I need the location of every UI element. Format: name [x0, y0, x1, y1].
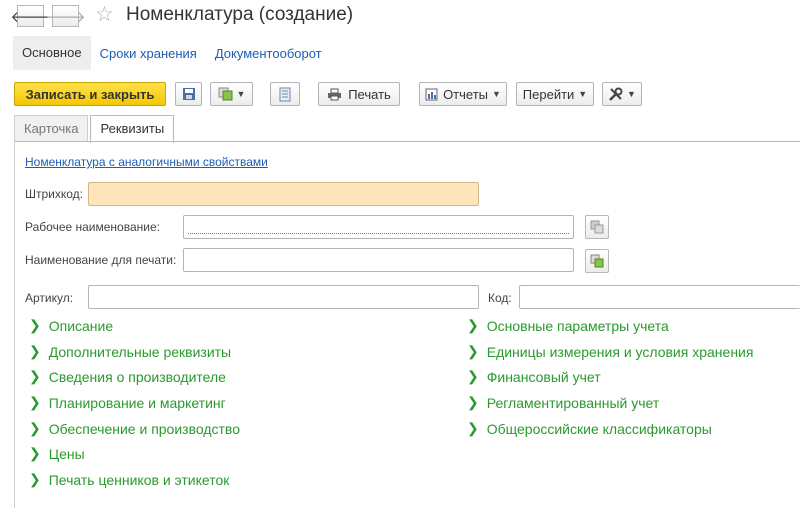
group-label: Сведения о производителе [48, 368, 226, 385]
chevron-down-icon: ▼ [492, 89, 501, 99]
print-name-input[interactable] [183, 248, 574, 272]
group-manufacturer[interactable]: ❯ Сведения о производителе [29, 368, 226, 385]
group-label: Печать ценников и этикеток [48, 471, 230, 488]
chevron-right-icon: ❯ [29, 317, 41, 333]
group-planning-marketing[interactable]: ❯ Планирование и маркетинг [29, 394, 226, 411]
print-name-label: Наименование для печати: [25, 253, 177, 267]
chevron-right-icon: ❯ [29, 420, 41, 436]
document-list-icon [279, 87, 291, 101]
chevron-right-icon: ❯ [467, 368, 479, 384]
group-label: Финансовый учет [486, 368, 601, 385]
group-label: Единицы измерения и условия хранения [486, 343, 754, 360]
group-additional-attributes[interactable]: ❯ Дополнительные реквизиты [29, 343, 231, 360]
chevron-down-icon: ▼ [627, 89, 636, 99]
group-label: Цены [48, 445, 85, 462]
similar-items-link[interactable]: Номенклатура с аналогичными свойствами [25, 155, 268, 169]
group-label: Описание [48, 317, 114, 334]
group-label: Обеспечение и производство [48, 420, 240, 437]
code-input[interactable] [519, 285, 800, 309]
group-description[interactable]: ❯ Описание [29, 317, 113, 334]
reports-label: Отчеты [443, 86, 488, 102]
group-label: Регламентированный учет [486, 394, 660, 411]
back-button[interactable]: 🡐 [10, 5, 51, 27]
tab-attributes[interactable]: Реквизиты [90, 115, 175, 143]
group-financial-accounting[interactable]: ❯ Финансовый учет [467, 368, 601, 385]
chevron-down-icon: ▼ [236, 89, 246, 99]
print-label: Печать [348, 86, 391, 102]
chevron-right-icon: ❯ [29, 368, 41, 384]
group-supply-production[interactable]: ❯ Обеспечение и производство [29, 420, 240, 437]
group-label: Дополнительные реквизиты [48, 343, 232, 360]
fill-print-name-button[interactable] [585, 249, 609, 273]
save-and-close-button[interactable]: Записать и закрыть [14, 82, 166, 106]
save-and-close-label: Записать и закрыть [25, 86, 155, 102]
panel-border [14, 141, 15, 508]
list-button[interactable] [270, 82, 300, 106]
group-price-tags[interactable]: ❯ Печать ценников и этикеток [29, 471, 229, 488]
goto-button[interactable]: Перейти ▼ [516, 82, 594, 106]
work-name-input[interactable] [183, 215, 574, 239]
print-button[interactable]: Печать [318, 82, 400, 106]
article-label: Артикул: [25, 291, 74, 305]
chevron-right-icon: ❯ [467, 420, 479, 436]
chevron-right-icon: ❯ [29, 394, 41, 410]
create-based-icon [218, 87, 233, 101]
code-label: Код: [488, 291, 512, 305]
chevron-right-icon: ❯ [467, 343, 479, 359]
chevron-right-icon: ❯ [29, 343, 41, 359]
group-classifiers[interactable]: ❯ Общероссийские классификаторы [467, 420, 712, 437]
window-title: Номенклатура (создание) [126, 4, 354, 25]
group-regulated-accounting[interactable]: ❯ Регламентированный учет [467, 394, 659, 411]
copy-green-icon [590, 254, 604, 268]
chevron-right-icon: ❯ [467, 394, 479, 410]
arrow-right-icon: 🡒 [45, 8, 86, 26]
star-icon[interactable]: ☆ [95, 2, 114, 27]
chevron-down-icon: ▼ [578, 89, 588, 99]
form-tabs: Карточка Реквизиты [14, 115, 176, 143]
copy-icon [590, 220, 604, 234]
chevron-right-icon: ❯ [29, 471, 41, 487]
barcode-input[interactable] [88, 182, 479, 206]
group-prices[interactable]: ❯ Цены [29, 445, 85, 462]
tab-card[interactable]: Карточка [14, 115, 89, 141]
create-based-on-button[interactable]: ▼ [210, 82, 253, 106]
group-accounting-params[interactable]: ❯ Основные параметры учета [467, 317, 669, 334]
printer-icon [328, 88, 342, 100]
more-actions-button[interactable]: ▼ [602, 82, 642, 106]
reports-icon [425, 88, 438, 100]
chevron-right-icon: ❯ [467, 317, 479, 333]
save-button[interactable] [175, 82, 202, 106]
goto-label: Перейти [522, 86, 575, 102]
forward-button[interactable]: 🡒 [45, 5, 86, 27]
subnav: Основное Сроки хранения Документооборот [13, 36, 331, 70]
group-label: Основные параметры учета [486, 317, 669, 334]
barcode-label: Штрихкод: [25, 187, 84, 201]
chevron-right-icon: ❯ [29, 445, 41, 461]
group-units-storage[interactable]: ❯ Единицы измерения и условия хранения [467, 343, 753, 360]
subnav-storage-terms[interactable]: Сроки хранения [91, 46, 206, 61]
work-name-label: Рабочее наименование: [25, 220, 160, 234]
group-label: Общероссийские классификаторы [486, 420, 712, 437]
copy-name-button[interactable] [585, 215, 609, 239]
tools-icon [609, 87, 623, 101]
tab-divider [14, 141, 800, 142]
subnav-main[interactable]: Основное [13, 36, 91, 70]
floppy-icon [182, 88, 195, 100]
reports-button[interactable]: Отчеты ▼ [419, 82, 507, 106]
subnav-document-flow[interactable]: Документооборот [206, 46, 331, 61]
article-input[interactable] [88, 285, 479, 309]
group-label: Планирование и маркетинг [48, 394, 226, 411]
